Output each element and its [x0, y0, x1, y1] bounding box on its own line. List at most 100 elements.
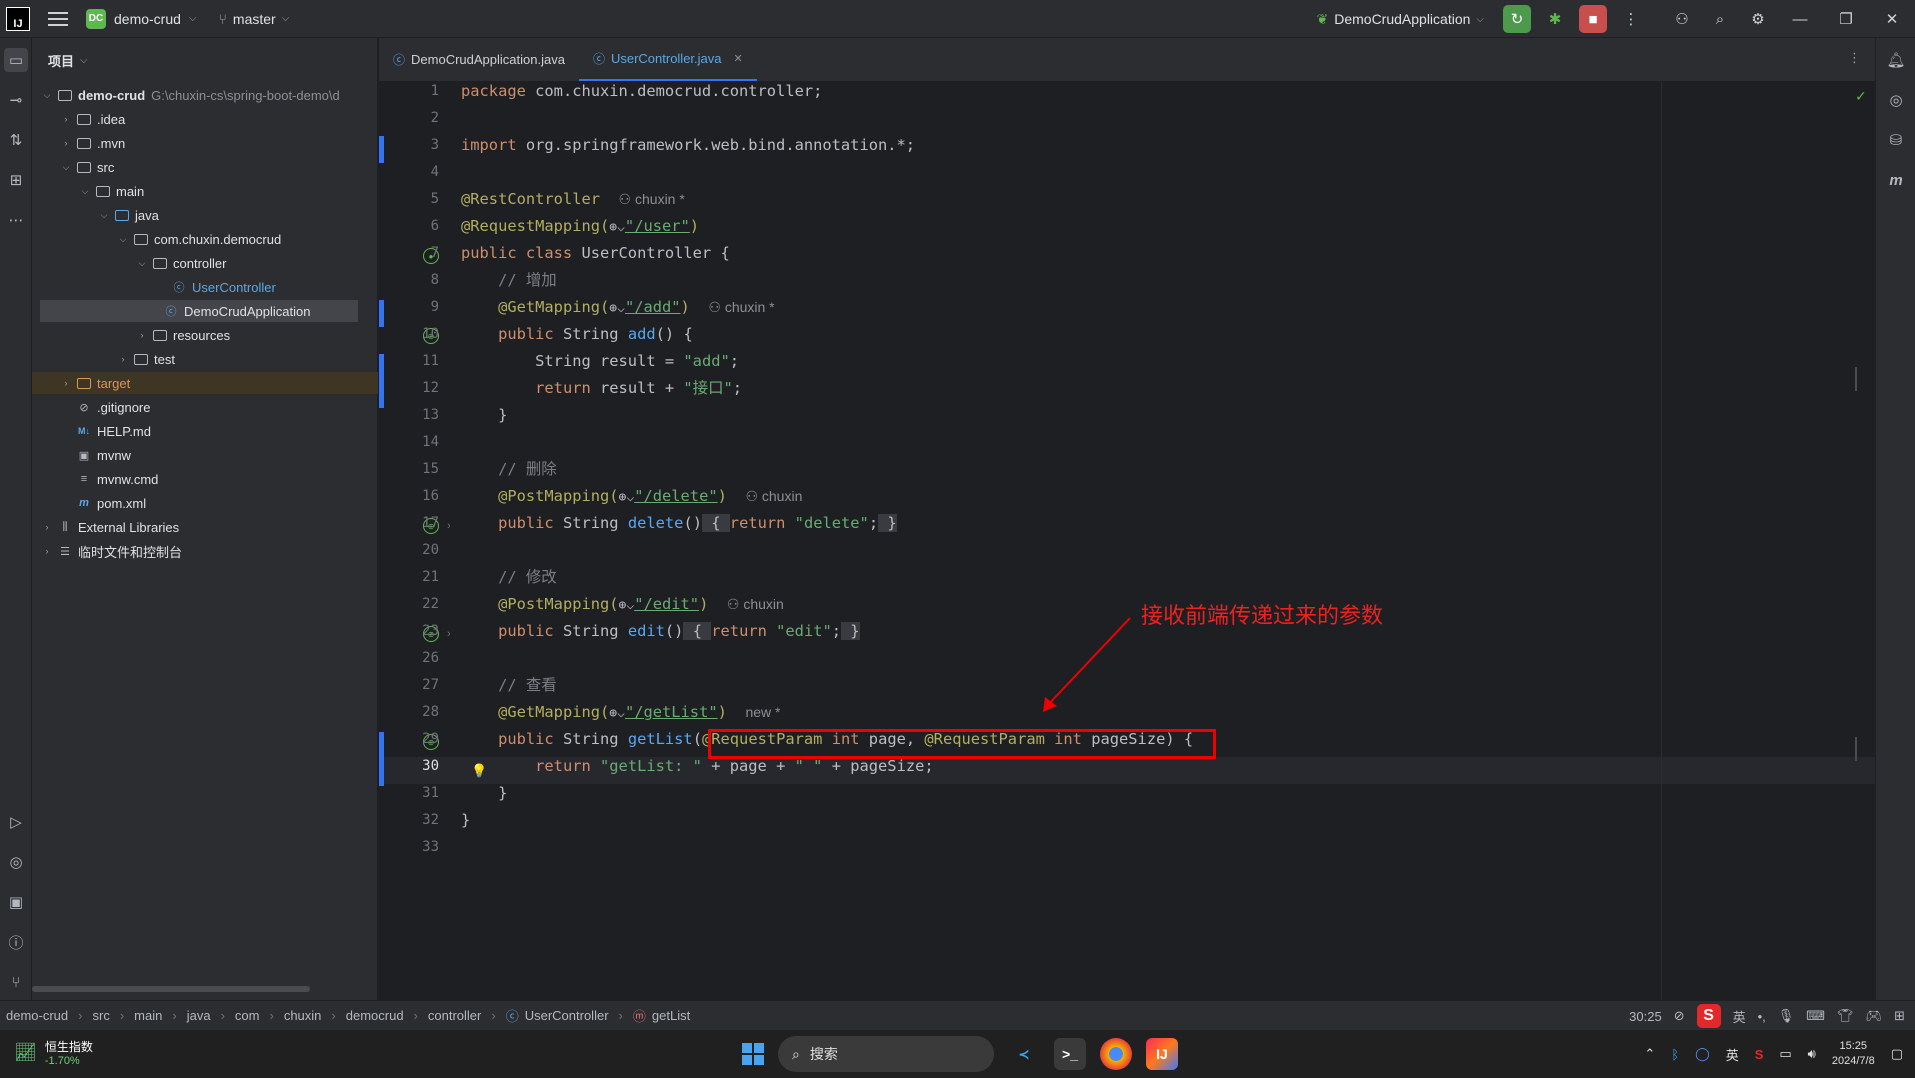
tree-item-controller[interactable]: ⌵ controller: [32, 252, 378, 274]
expand-arrow-icon[interactable]: ⌵: [40, 90, 54, 101]
tree-item-src[interactable]: ⌵ src: [32, 156, 378, 178]
settings-icon[interactable]: ⚙: [1744, 5, 1772, 33]
search-icon[interactable]: ⌕: [1706, 5, 1734, 33]
run-config-selector[interactable]: ❦ DemoCrudApplication ⌵: [1316, 11, 1484, 28]
breadcrumb-item[interactable]: demo-crud: [6, 1008, 68, 1023]
tree-item-demo-crud[interactable]: ⌵ demo-crud G:\chuxin-cs\spring-boot-dem…: [32, 84, 378, 106]
breadcrumb-item[interactable]: controller: [428, 1008, 481, 1023]
tab-democrudapplication[interactable]: ⓒ DemoCrudApplication.java: [379, 37, 579, 81]
microphone-icon[interactable]: 🎙︎: [1778, 1008, 1795, 1024]
network-icon[interactable]: ▭: [1779, 1046, 1791, 1062]
tree-item-democrudapplication[interactable]: ⓒ DemoCrudApplication: [40, 300, 358, 322]
expand-arrow-icon[interactable]: ›: [59, 378, 73, 388]
chrome-icon[interactable]: [1100, 1038, 1132, 1070]
tree-item-idea[interactable]: › .idea: [32, 108, 378, 130]
ime-logo[interactable]: S: [1696, 1004, 1721, 1028]
git-icon[interactable]: ⑂: [4, 970, 28, 994]
expand-arrow-icon[interactable]: ⌵: [97, 210, 111, 221]
grid-icon[interactable]: ⊞: [1894, 1008, 1905, 1024]
notifications-icon[interactable]: 🔔︎: [1884, 48, 1908, 72]
cortana-icon[interactable]: ◯: [1695, 1046, 1710, 1062]
user-add-icon[interactable]: ⚇: [1668, 5, 1696, 33]
ai-assistant-icon[interactable]: ◎: [1884, 88, 1908, 112]
code-editor[interactable]: ✓ ● ⊕ ⊕ ⊕ ⊕ › › 💡 1 2 3 4 5 6 7 8 9 10 1…: [379, 82, 1875, 1000]
input-lang[interactable]: 英: [1726, 1045, 1739, 1064]
pull-requests-icon[interactable]: ⇅: [4, 128, 28, 152]
structure-icon[interactable]: ⊞: [4, 168, 28, 192]
keyboard-icon[interactable]: ⌨: [1806, 1008, 1825, 1024]
database-icon[interactable]: ⛁: [1884, 128, 1908, 152]
expand-arrow-icon[interactable]: ›: [59, 114, 73, 124]
tray-expand-icon[interactable]: ⌃: [1644, 1046, 1655, 1062]
problems-icon[interactable]: ⓘ: [4, 930, 28, 954]
ime-punct-icon[interactable]: •,: [1758, 1009, 1766, 1024]
commit-icon[interactable]: ⊸: [4, 88, 28, 112]
game-icon[interactable]: 🎮︎: [1866, 1008, 1883, 1024]
volume-icon[interactable]: 🔊︎: [1808, 1046, 1816, 1062]
vscode-icon[interactable]: ≺: [1008, 1038, 1040, 1070]
breadcrumb-item[interactable]: democrud: [346, 1008, 404, 1023]
taskbar-search[interactable]: ⌕ 搜索: [778, 1036, 994, 1072]
skin-icon[interactable]: 👕︎: [1837, 1008, 1854, 1024]
tree-item-mvnw[interactable]: ▣ mvnw: [32, 444, 378, 466]
breadcrumb-item[interactable]: chuxin: [284, 1008, 322, 1023]
tree-item-resources[interactable]: › resources: [32, 324, 378, 346]
restore-button[interactable]: ❐: [1823, 0, 1869, 38]
tree-item-mvnw-cmd[interactable]: ≡ mvnw.cmd: [32, 468, 378, 490]
close-button[interactable]: ✕: [1869, 0, 1915, 38]
breadcrumb-item[interactable]: UserController: [525, 1008, 609, 1023]
tree-item-test[interactable]: › test: [32, 348, 378, 370]
intellij-taskbar-icon[interactable]: IJ: [1146, 1038, 1178, 1070]
notification-center-icon[interactable]: ▢: [1891, 1046, 1903, 1062]
expand-arrow-icon[interactable]: ⌵: [59, 162, 73, 173]
cursor-position[interactable]: 30:25: [1629, 1009, 1662, 1024]
tree-item-package[interactable]: ⌵ com.chuxin.democrud: [32, 228, 378, 250]
tree-item-main[interactable]: ⌵ main: [32, 180, 378, 202]
services-icon[interactable]: ◎: [4, 850, 28, 874]
terminal-icon[interactable]: ▣: [4, 890, 28, 914]
tree-item-java[interactable]: ⌵ java: [32, 204, 378, 226]
clock[interactable]: 15:25 2024/7/8: [1832, 1039, 1875, 1069]
breadcrumb-item[interactable]: java: [187, 1008, 211, 1023]
tree-item-target[interactable]: › target: [32, 372, 378, 394]
expand-arrow-icon[interactable]: ›: [40, 546, 54, 556]
expand-arrow-icon[interactable]: ⌵: [135, 258, 149, 269]
bluetooth-icon[interactable]: ᛒ: [1671, 1047, 1679, 1062]
project-selector[interactable]: DC demo-crud ⌵: [86, 8, 197, 29]
ime-lang[interactable]: 英: [1733, 1007, 1746, 1026]
debug-button[interactable]: ✱: [1541, 5, 1569, 33]
stock-widget[interactable]: 📈︎ 恒生指数 -1.70%: [14, 1038, 93, 1067]
readonly-icon[interactable]: ⊘: [1674, 1008, 1685, 1024]
breadcrumb-item[interactable]: getList: [652, 1008, 690, 1023]
run-icon[interactable]: ▷: [4, 810, 28, 834]
tree-item-mvn[interactable]: › .mvn: [32, 132, 378, 154]
close-tab-icon[interactable]: ✕: [734, 52, 743, 65]
breadcrumb-item[interactable]: com: [235, 1008, 260, 1023]
tree-item-pom-xml[interactable]: m pom.xml: [32, 492, 378, 514]
branch-selector[interactable]: ⑂ master ⌵: [219, 11, 290, 27]
expand-arrow-icon[interactable]: ›: [135, 330, 149, 340]
stop-button[interactable]: ■: [1579, 5, 1607, 33]
more-icon[interactable]: ⋮: [1617, 5, 1645, 33]
tree-item-scratches[interactable]: › ☰ 临时文件和控制台: [32, 540, 378, 562]
horizontal-scrollbar[interactable]: [32, 986, 310, 992]
expand-arrow-icon[interactable]: ⌵: [116, 234, 130, 245]
tabs-more-icon[interactable]: ⋮: [1848, 50, 1861, 66]
minimize-button[interactable]: —: [1777, 0, 1823, 38]
breadcrumb-item[interactable]: src: [92, 1008, 109, 1023]
maven-icon[interactable]: m: [1884, 168, 1908, 192]
breadcrumb-item[interactable]: main: [134, 1008, 162, 1023]
more-tools-icon[interactable]: ⋯: [4, 208, 28, 232]
tree-item-gitignore[interactable]: ⊘ .gitignore: [32, 396, 378, 418]
sogou-icon[interactable]: S: [1755, 1047, 1764, 1062]
tree-item-external-libraries[interactable]: › ⫼ External Libraries: [32, 516, 378, 538]
rerun-button[interactable]: ↻: [1503, 5, 1531, 33]
project-panel-header[interactable]: 项目 ⌵: [32, 38, 377, 82]
expand-arrow-icon[interactable]: ›: [116, 354, 130, 364]
tab-usercontroller[interactable]: ⓒ UserController.java ✕: [578, 37, 757, 81]
terminal-app-icon[interactable]: >_: [1054, 1038, 1086, 1070]
tree-item-usercontroller[interactable]: ⓒ UserController: [32, 276, 378, 298]
expand-arrow-icon[interactable]: ›: [59, 138, 73, 148]
project-folder-icon[interactable]: ▭: [4, 48, 28, 72]
expand-arrow-icon[interactable]: ⌵: [78, 186, 92, 197]
